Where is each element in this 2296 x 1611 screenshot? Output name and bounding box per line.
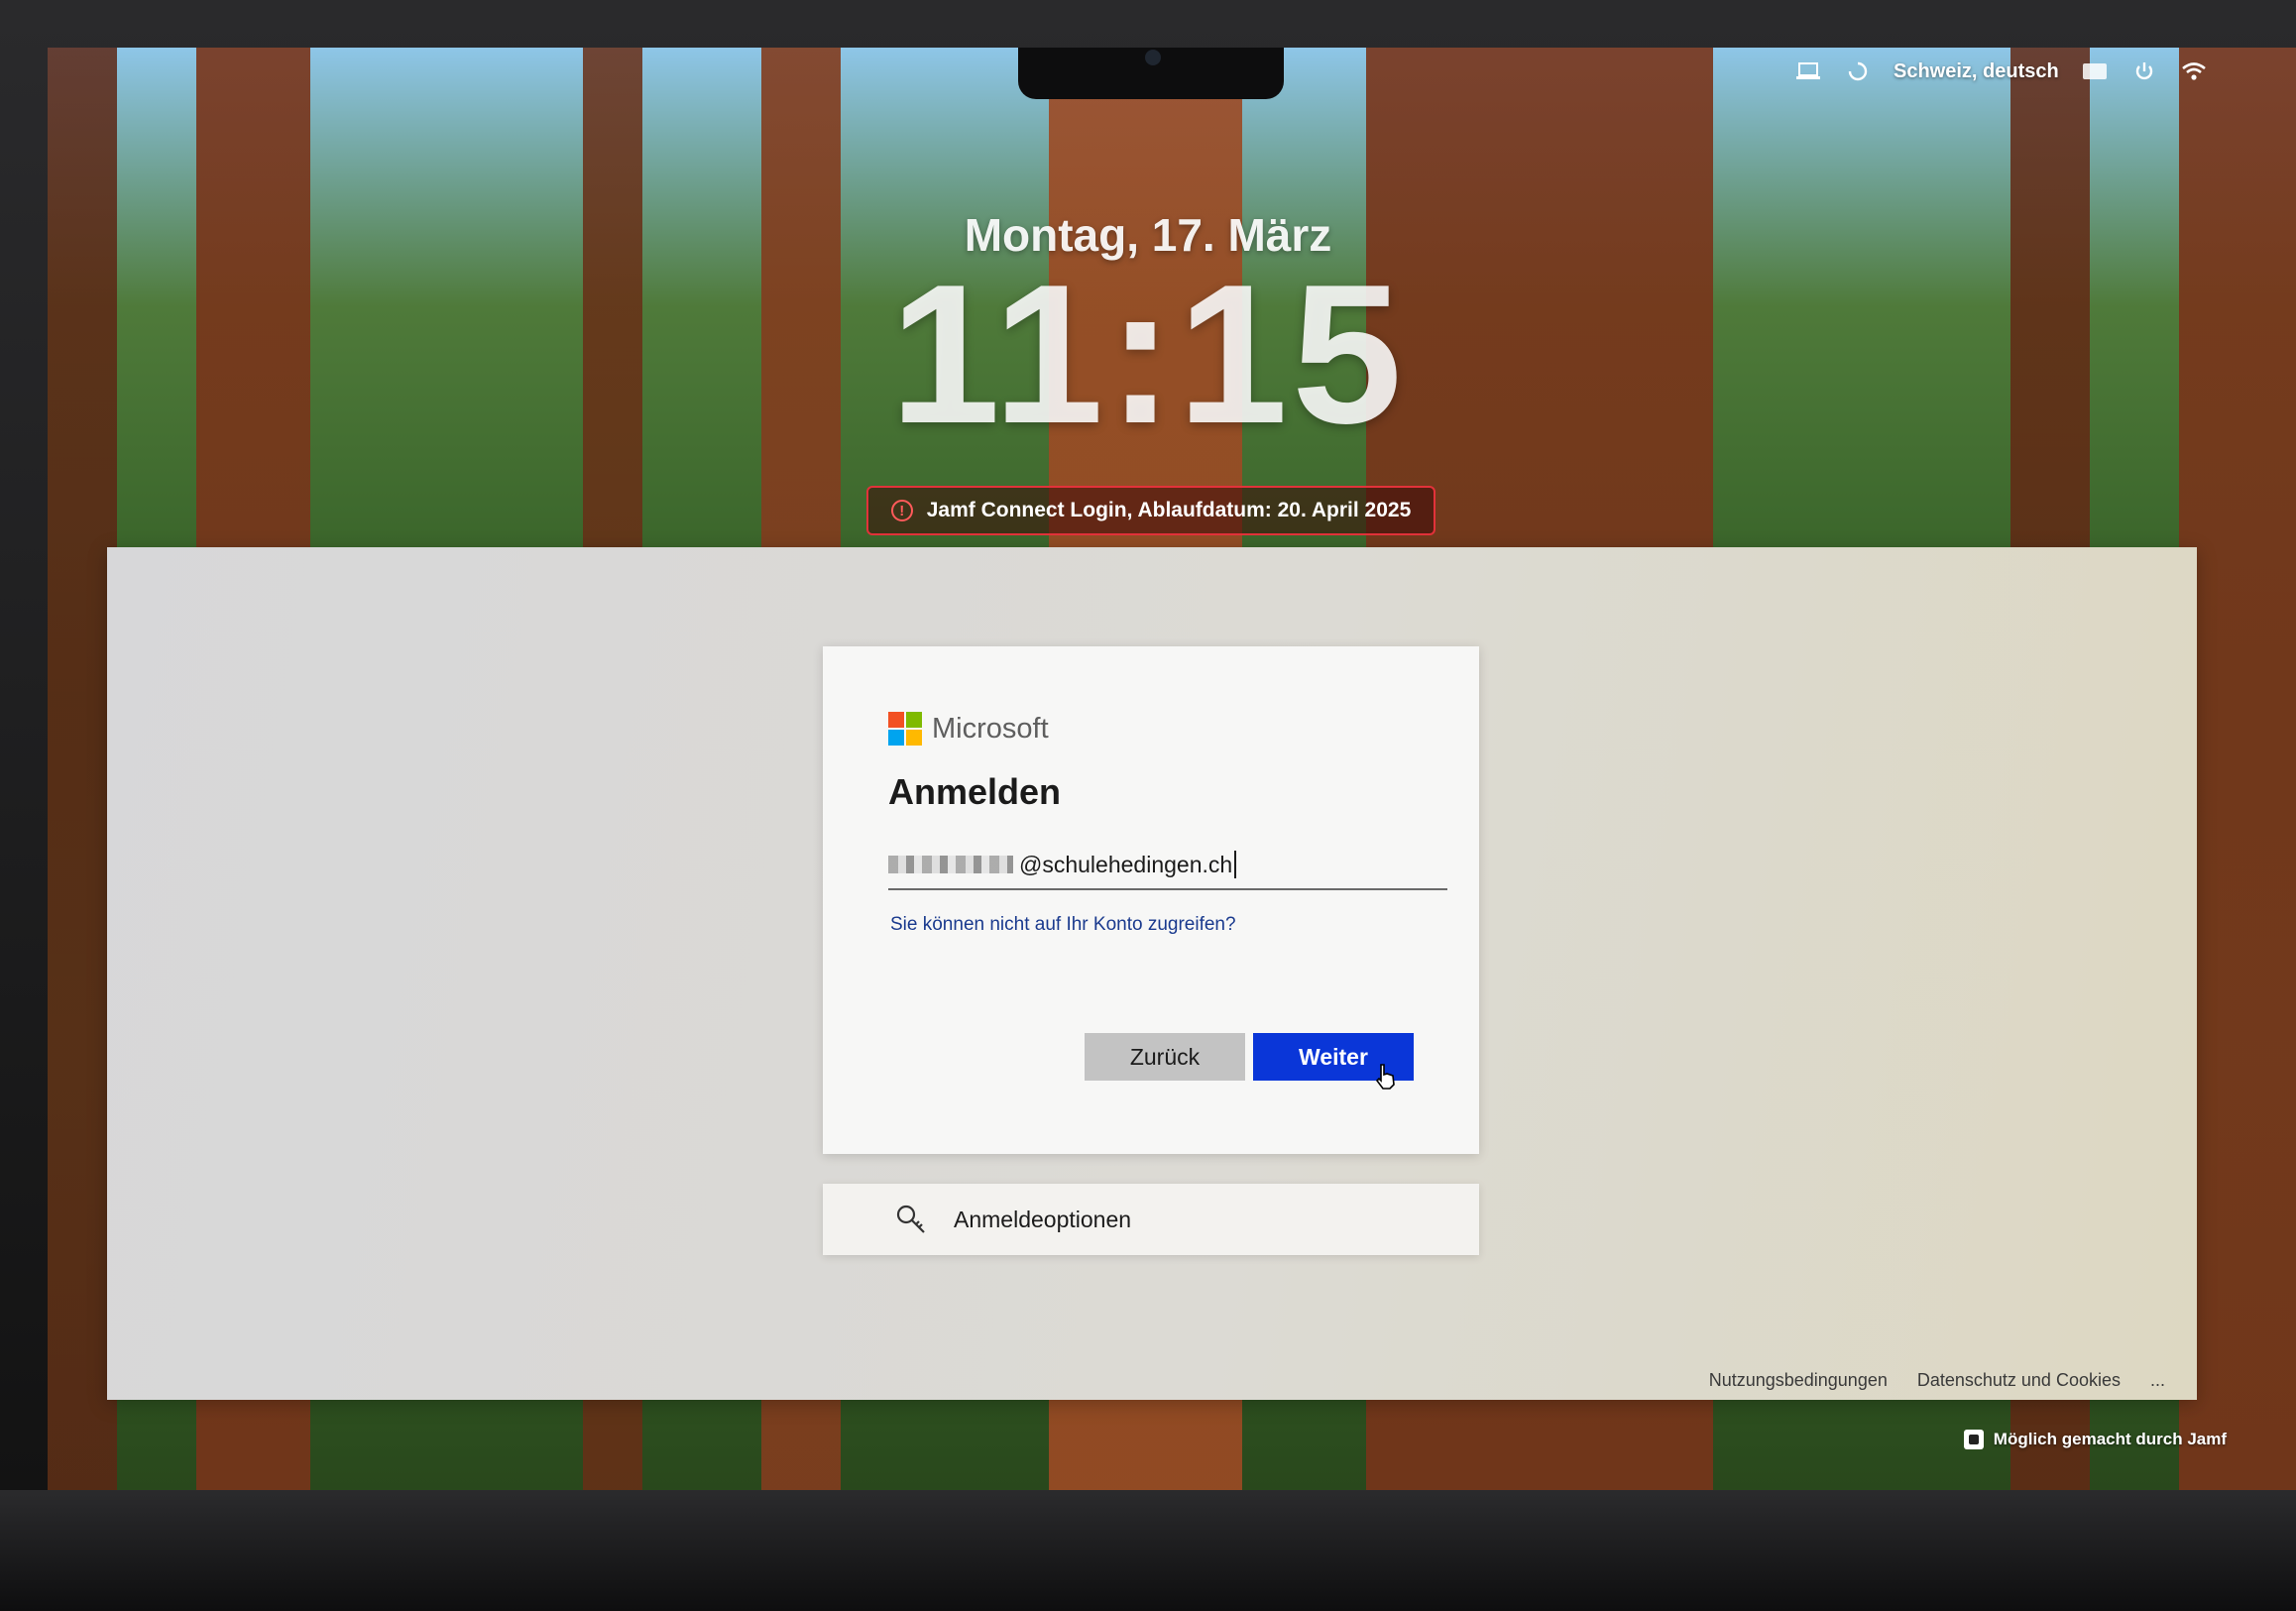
restart-icon[interactable] [1844,59,1872,83]
text-caret [1234,851,1237,878]
key-icon [896,1205,925,1233]
status-bar: Schweiz, deutsch [1794,52,2208,91]
privacy-link[interactable]: Datenschutz und Cookies [1917,1370,2121,1391]
microsoft-brand-text: Microsoft [932,712,1049,745]
sign-in-options-button[interactable]: Anmeldeoptionen [823,1184,1479,1255]
microsoft-logo: Microsoft [888,712,1049,746]
power-icon[interactable] [2130,59,2158,83]
expiry-text: Jamf Connect Login, Ablaufdatum: 20. Apr… [926,499,1412,521]
hand-cursor-icon [1375,1064,1395,1090]
powered-by-jamf: Möglich gemacht durch Jamf [1963,1430,2227,1449]
back-button[interactable]: Zurück [1085,1033,1245,1081]
jamf-icon [1963,1430,1984,1449]
keyboard-icon[interactable] [2081,59,2109,83]
email-field[interactable]: @schulehedingen.ch [888,841,1447,890]
keyboard-layout-label[interactable]: Schweiz, deutsch [1894,60,2059,83]
lock-time: 11:15 [889,244,1407,465]
cant-access-account-link[interactable]: Sie können nicht auf Ihr Konto zugreifen… [890,914,1236,936]
laptop-icon[interactable] [1794,59,1822,83]
wifi-icon[interactable] [2180,59,2208,83]
powered-by-text: Möglich gemacht durch Jamf [1993,1430,2227,1448]
terms-link[interactable]: Nutzungsbedingungen [1709,1370,1888,1391]
expiry-notice: ! Jamf Connect Login, Ablaufdatum: 20. A… [866,486,1435,535]
laptop-hinge [0,1490,2296,1611]
warning-icon: ! [890,500,913,521]
email-domain-text: @schulehedingen.ch [1019,851,1233,877]
microsoft-sign-in-card: Microsoft Anmelden @schulehedingen.ch Si… [823,646,1479,1154]
panel-footer: Nutzungsbedingungen Datenschutz und Cook… [1709,1370,2165,1391]
more-options-button[interactable]: ... [2150,1370,2165,1391]
sign-in-title: Anmelden [888,771,1062,812]
microsoft-logo-icon [888,712,922,746]
sign-in-options-label: Anmeldeoptionen [954,1206,1132,1232]
camera-icon [1145,50,1161,65]
redacted-username [888,856,1013,873]
